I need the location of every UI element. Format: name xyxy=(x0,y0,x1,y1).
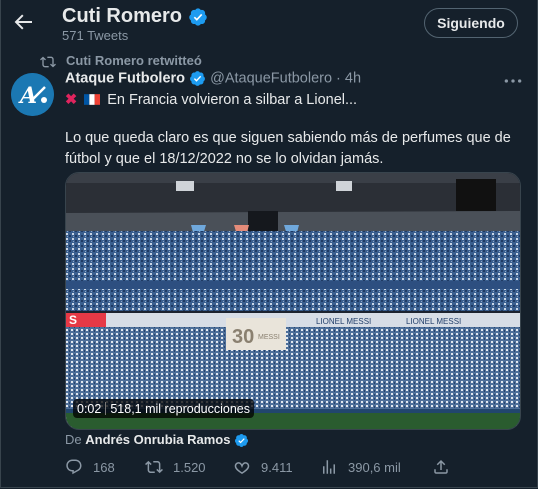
profile-header: Cuti Romero 571 Tweets Siguiendo xyxy=(0,0,538,48)
svg-text:A: A xyxy=(18,83,37,109)
svg-text:LIONEL MESSI: LIONEL MESSI xyxy=(316,317,371,326)
following-button[interactable]: Siguiendo xyxy=(424,8,518,38)
tweet-video[interactable]: S LIONEL MESSI LIONEL MESSI 30 MESSI 30 … xyxy=(65,172,521,430)
share-icon xyxy=(434,459,448,474)
tweet-count: 571 Tweets xyxy=(62,28,129,43)
like-count: 9.411 xyxy=(261,459,293,475)
author-name[interactable]: Ataque Futbolero xyxy=(65,70,185,86)
video-view-count: 518,1 mil reproducciones xyxy=(110,401,251,416)
verified-badge-icon xyxy=(235,434,249,448)
retweet-icon xyxy=(40,56,56,67)
views-button[interactable]: 390,6 mil xyxy=(320,458,401,476)
svg-text:MESSI: MESSI xyxy=(258,334,280,341)
retweet-label: Cuti Romero retwitteó xyxy=(66,53,202,68)
tweet-text-headline: En Francia volvieron a silbar a Lionel..… xyxy=(107,92,358,108)
heart-icon xyxy=(234,462,250,474)
attribution-source[interactable]: Andrés Onrubia Ramos xyxy=(85,432,230,447)
retweet-icon xyxy=(145,460,163,474)
retweet-count: 1.520 xyxy=(173,459,206,475)
reply-icon xyxy=(66,459,82,475)
author-handle[interactable]: @AtaqueFutbolero xyxy=(210,70,332,86)
video-duration: 0:02 xyxy=(77,401,102,416)
cross-mark-icon: ✖ xyxy=(65,92,78,108)
reply-count: 168 xyxy=(93,459,115,475)
retweet-context: Cuti Romero retwitteó xyxy=(40,53,202,70)
france-flag-icon xyxy=(84,94,101,105)
reply-button[interactable]: 168 xyxy=(65,458,115,476)
tweet-time[interactable]: · 4h xyxy=(332,70,361,86)
svg-text:S: S xyxy=(69,313,77,327)
more-options-icon[interactable] xyxy=(503,73,523,89)
tweet-actions: 168 1.520 9.411 390,6 mil xyxy=(65,458,525,480)
video-overlay-badge: 0:02 518,1 mil reproducciones xyxy=(73,399,255,418)
view-count: 390,6 mil xyxy=(348,459,401,475)
avatar[interactable]: A xyxy=(11,73,54,116)
ataque-futbolero-logo-icon: A xyxy=(11,73,54,116)
video-attribution: De Andrés Onrubia Ramos xyxy=(65,432,249,448)
svg-text:LIONEL MESSI: LIONEL MESSI xyxy=(406,317,461,326)
verified-badge-icon xyxy=(188,8,207,26)
retweet-button[interactable]: 1.520 xyxy=(145,458,206,476)
stadium-video-frame: S LIONEL MESSI LIONEL MESSI 30 MESSI 30 … xyxy=(66,173,520,429)
tweet-text-line1: ✖ En Francia volvieron a silbar a Lionel… xyxy=(65,92,357,108)
tweet-text-body: Lo que queda claro es que siguen sabiend… xyxy=(65,130,511,167)
svg-text:30: 30 xyxy=(232,326,254,348)
like-button[interactable]: 9.411 xyxy=(233,458,293,476)
tweet-author: Ataque Futbolero @AtaqueFutbolero · 4h xyxy=(65,70,361,87)
share-button[interactable] xyxy=(432,458,460,476)
verified-badge-icon xyxy=(190,71,205,86)
page-title: Cuti Romero xyxy=(62,5,208,28)
attribution-prefix: De xyxy=(65,432,86,447)
profile-name: Cuti Romero xyxy=(62,5,182,27)
back-arrow-icon[interactable] xyxy=(11,10,35,34)
analytics-icon xyxy=(323,460,335,474)
